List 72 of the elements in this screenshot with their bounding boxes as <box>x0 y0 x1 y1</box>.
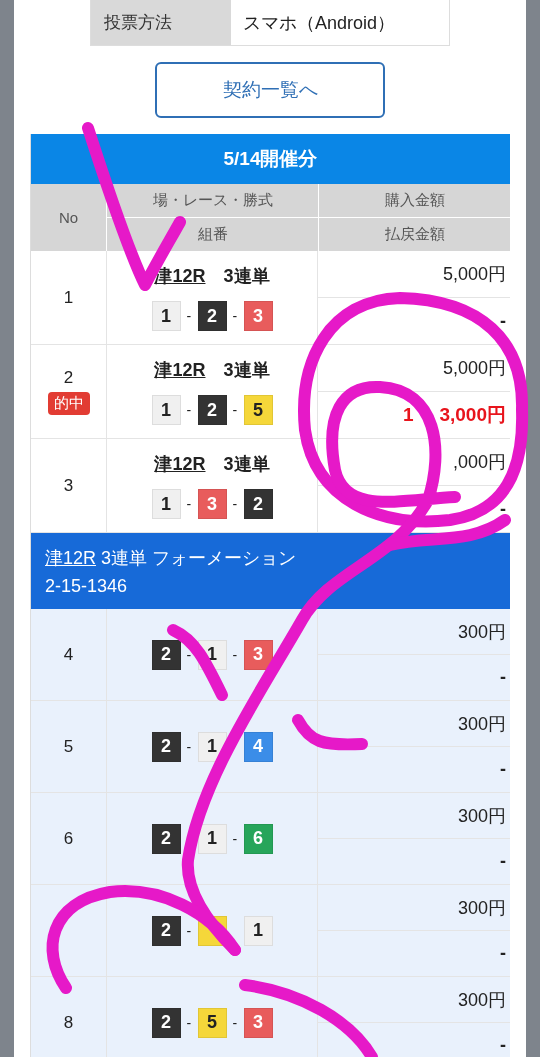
dash-separator: - <box>232 402 238 419</box>
payout-amount: - <box>500 498 506 520</box>
bet-type: 3連単 <box>223 358 270 382</box>
boat-number: 3 <box>197 489 227 520</box>
payout-amount: - <box>500 310 506 332</box>
dash-separator: - <box>232 496 238 513</box>
boat-number: 3 <box>243 639 273 670</box>
row-number: 1 <box>63 287 74 308</box>
purchase-amount: 300円 <box>457 712 506 736</box>
payout-amount: - <box>500 943 506 964</box>
boat-number: 6 <box>243 823 273 854</box>
race-link[interactable]: 津12R <box>154 451 206 476</box>
bet-type: 3連単 <box>223 452 270 476</box>
bet-type: 3連単 <box>223 264 270 288</box>
dash-separator: - <box>232 646 238 663</box>
row-number: 2 <box>63 368 74 388</box>
contract-list-button[interactable]: 契約一覧へ <box>155 62 385 118</box>
dash-separator: - <box>186 1014 192 1031</box>
boat-number: 1 <box>151 395 181 426</box>
race-link[interactable]: 津12R <box>45 545 97 570</box>
hit-badge: 的中 <box>47 392 90 415</box>
dash-separator: - <box>186 308 192 325</box>
info-value: スマホ（Android） <box>242 11 397 35</box>
boat-number: 2 <box>151 823 181 854</box>
boat-number: 3 <box>243 1007 273 1038</box>
row-number: 8 <box>63 1012 74 1033</box>
info-label: 投票方法 <box>91 0 231 45</box>
boat-number: 1 <box>197 823 227 854</box>
dash-separator: - <box>186 646 192 663</box>
dash-separator: - <box>186 738 192 755</box>
row-number: 5 <box>63 736 74 757</box>
formation-combo: 2-15-1346 <box>45 575 129 597</box>
race-link[interactable]: 津12R <box>154 357 206 382</box>
purchase-amount: 5,000円 <box>442 263 506 286</box>
boat-number: 1 <box>151 301 181 332</box>
payout-amount: - <box>500 759 506 780</box>
dash-separator: - <box>186 922 192 939</box>
purchase-amount: 5,000円 <box>442 357 506 380</box>
payout-amount: - <box>500 667 506 688</box>
boat-number: 2 <box>151 1007 181 1038</box>
purchase-amount: 300円 <box>457 896 506 920</box>
boat-number: 2 <box>243 489 273 520</box>
purchase-amount: 300円 <box>457 804 506 828</box>
dash-separator: - <box>232 308 238 325</box>
row-number: 3 <box>63 475 74 496</box>
purchase-amount: 300円 <box>457 620 506 644</box>
purchase-amount: ,000円 <box>452 451 506 474</box>
boat-number: 1 <box>243 915 273 946</box>
row-number: 6 <box>63 828 74 849</box>
dash-separator: - <box>232 1014 238 1031</box>
dash-separator: - <box>186 402 192 419</box>
row-number: 4 <box>63 644 74 665</box>
dash-separator: - <box>232 830 238 847</box>
boat-number: 2 <box>151 639 181 670</box>
boat-number: 2 <box>151 915 181 946</box>
dash-separator: - <box>186 496 192 513</box>
boat-number: 5 <box>197 1007 227 1038</box>
column-header: 場・レース・勝式 <box>151 190 274 210</box>
boat-number: 4 <box>243 731 273 762</box>
payout-amount: 1 3,000円 <box>402 403 506 427</box>
boat-number: 1 <box>151 489 181 520</box>
boat-number: 2 <box>197 395 227 426</box>
boat-number: 2 <box>197 301 227 332</box>
payout-amount: - <box>500 1035 506 1056</box>
formation-title: 3連単 フォーメーション <box>101 546 297 570</box>
purchase-amount: 300円 <box>457 988 506 1012</box>
boat-number: 3 <box>243 301 273 332</box>
boat-number: 5 <box>243 395 273 426</box>
payout-amount: - <box>500 851 506 872</box>
column-header: 購入金額 <box>383 190 446 210</box>
boat-number: 2 <box>151 731 181 762</box>
date-header: 5/14開催分 <box>31 134 510 184</box>
